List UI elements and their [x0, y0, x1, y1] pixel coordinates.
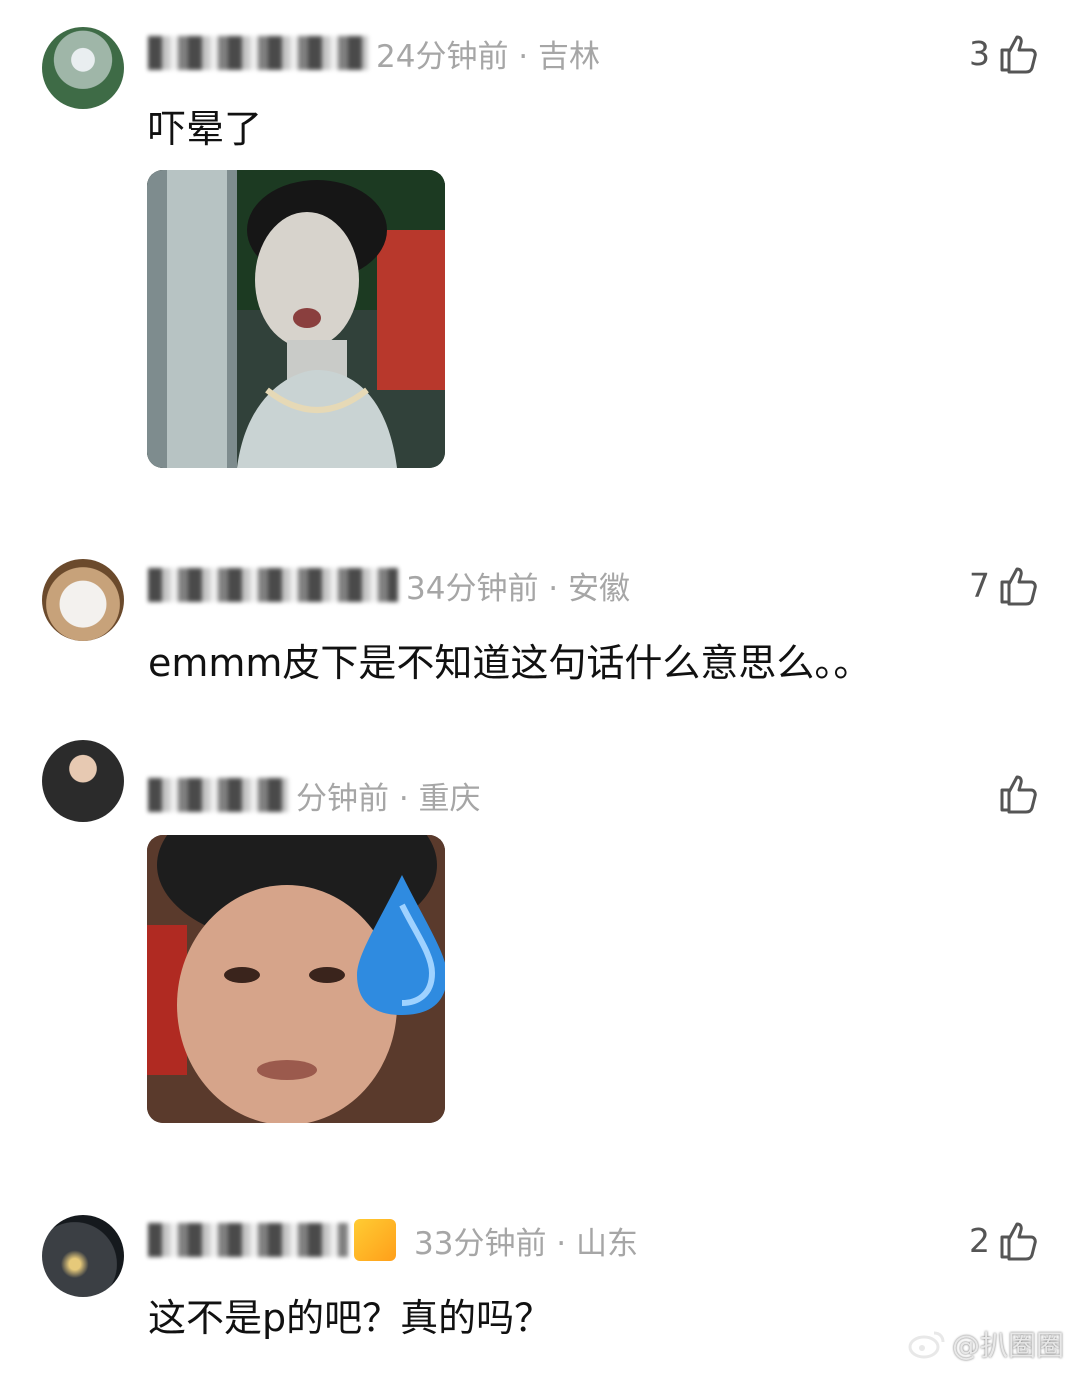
comment-meta: 33分钟前 · 山东	[414, 1225, 639, 1262]
like-count: 3	[969, 33, 990, 73]
comment-meta: 34分钟前 · 安徽	[406, 570, 631, 607]
comment-meta: 24分钟前 · 吉林	[376, 38, 601, 75]
like-count: 7	[969, 565, 990, 605]
weibo-logo-icon	[908, 1331, 945, 1359]
fan-badge-icon	[354, 1219, 396, 1261]
comment-text: emmm皮下是不知道这句话什么意思么。。	[148, 641, 872, 685]
comment-header: 34分钟前 · 安徽	[148, 565, 631, 607]
like-button[interactable]	[990, 768, 1040, 818]
comment-header: 33分钟前 · 山东	[148, 1219, 639, 1262]
comment-header: 24分钟前 · 吉林	[148, 33, 601, 75]
like-button[interactable]: 7	[969, 560, 1040, 610]
like-count: 2	[969, 1220, 990, 1260]
comment-text: 这不是p的吧？真的吗？	[148, 1296, 553, 1340]
blurred-username[interactable]	[148, 568, 398, 602]
comment-text: 吓晕了	[148, 107, 263, 151]
like-button[interactable]: 2	[969, 1215, 1040, 1265]
watermark: @扒圈圈	[908, 1324, 1064, 1364]
comment-header: 分钟前 · 重庆	[148, 775, 481, 817]
avatar[interactable]	[42, 740, 124, 822]
thumbs-up-icon	[1000, 775, 1037, 814]
thumbs-up-icon	[1000, 35, 1037, 74]
like-button[interactable]: 3	[969, 28, 1040, 78]
reaction-image	[147, 170, 445, 468]
blurred-username[interactable]	[148, 1223, 348, 1257]
blurred-username[interactable]	[148, 778, 288, 812]
thumbs-up-icon	[1000, 1222, 1037, 1261]
thumbs-up-icon	[1000, 567, 1037, 606]
avatar[interactable]	[42, 1215, 124, 1297]
comment-meta: 分钟前 · 重庆	[296, 780, 481, 817]
avatar[interactable]	[42, 559, 124, 641]
reaction-image	[147, 835, 445, 1123]
comment-image[interactable]	[147, 170, 445, 468]
comment-image[interactable]	[147, 835, 445, 1123]
watermark-text: @扒圈圈	[951, 1329, 1064, 1362]
blurred-username[interactable]	[148, 36, 368, 70]
avatar[interactable]	[42, 27, 124, 109]
